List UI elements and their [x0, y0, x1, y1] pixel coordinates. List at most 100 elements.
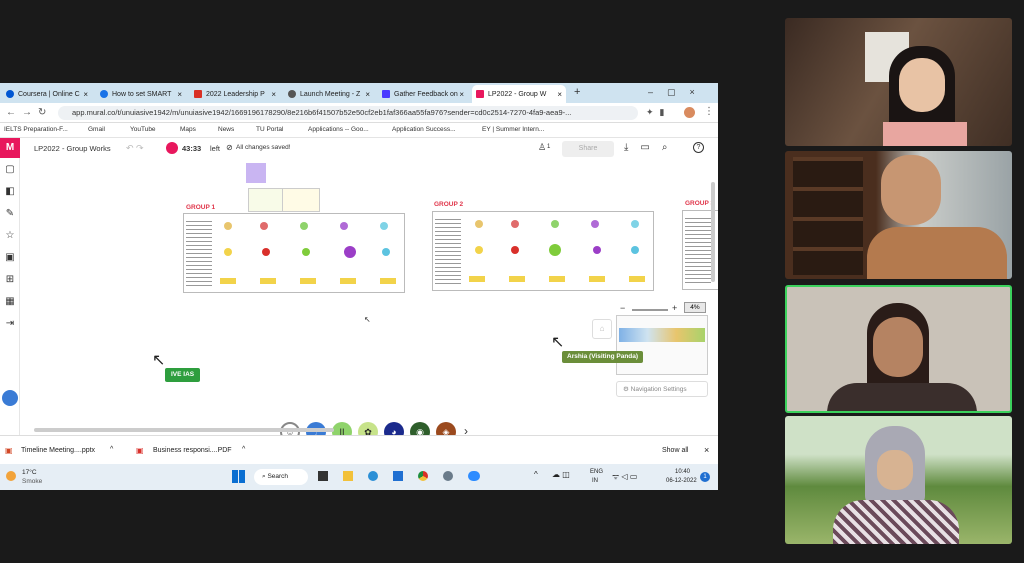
- bookmark-item[interactable]: News: [218, 126, 234, 133]
- close-icon[interactable]: ×: [459, 90, 464, 99]
- remote-cursor-label: IVE IAS: [165, 368, 201, 382]
- mural-logo-icon[interactable]: M: [0, 138, 20, 158]
- remote-cursor-label: Arshia (Visiting Panda): [562, 351, 644, 363]
- toolbar-right-icons[interactable]: ⤓▭⌕: [624, 142, 679, 153]
- help-icon[interactable]: ?: [693, 142, 704, 153]
- tab-leadership[interactable]: 2022 Leadership P ×: [190, 85, 280, 103]
- board-title[interactable]: LP2022 - Group Works: [34, 144, 111, 153]
- url-field[interactable]: app.mural.co/t/unuiasive1942/m/unuiasive…: [58, 106, 638, 120]
- close-icon[interactable]: ×: [83, 90, 88, 99]
- new-tab-button[interactable]: +: [574, 86, 580, 98]
- vertical-scrollbar[interactable]: [711, 182, 715, 282]
- frame-icon[interactable]: ⊞: [4, 274, 16, 286]
- tab-lp2022-active[interactable]: LP2022 - Group W ×: [472, 85, 566, 103]
- mindmap-node: [380, 222, 388, 230]
- export-icon[interactable]: ⇥: [4, 318, 16, 330]
- language-top[interactable]: ENG: [590, 469, 603, 475]
- extensions-icons[interactable]: ✦▮: [646, 107, 671, 118]
- sticky-cluster[interactable]: [282, 188, 320, 212]
- task-view-icon[interactable]: [318, 471, 328, 481]
- participant-video-2[interactable]: [785, 151, 1012, 279]
- zoom-out-button[interactable]: −: [620, 303, 625, 313]
- chevron-up-icon[interactable]: ^: [242, 446, 245, 453]
- shared-screen-window: Coursera | Online C × How to set SMART × 2…: [0, 83, 718, 490]
- pen-icon[interactable]: ✎: [4, 208, 16, 220]
- tab-coursera[interactable]: Coursera | Online C ×: [2, 85, 92, 103]
- bookmark-item[interactable]: TU Portal: [256, 126, 283, 133]
- tray-icons[interactable]: ☁ ◫: [552, 470, 570, 479]
- zoom-slider[interactable]: [632, 309, 668, 311]
- bookmark-item[interactable]: Maps: [180, 126, 196, 133]
- zoom-level[interactable]: 4%: [684, 302, 706, 313]
- close-icon[interactable]: ×: [271, 90, 276, 99]
- bookmark-item[interactable]: IELTS Preparation-F...: [4, 126, 68, 133]
- profile-avatar[interactable]: [684, 107, 695, 118]
- taskbar-search[interactable]: ⌕ Search: [254, 469, 308, 485]
- window-controls[interactable]: –▢×: [648, 87, 709, 98]
- gmail-icon: [194, 90, 202, 98]
- home-icon[interactable]: ⌂: [592, 319, 612, 339]
- chrome-icon[interactable]: [418, 471, 428, 481]
- windows-start-icon[interactable]: [232, 470, 245, 483]
- download-item[interactable]: Timeline Meeting....pptx: [21, 447, 95, 454]
- mindmap-node: [300, 222, 308, 230]
- clock-time[interactable]: 10:40: [675, 469, 690, 475]
- tab-smart[interactable]: How to set SMART ×: [96, 85, 186, 103]
- minimap[interactable]: [616, 315, 708, 375]
- sticky-note-icon[interactable]: ▢: [4, 164, 16, 176]
- zoom-app-icon[interactable]: [468, 471, 480, 481]
- nav-settings-label: Navigation Settings: [630, 386, 687, 393]
- share-button[interactable]: Share: [562, 141, 614, 157]
- mural-canvas[interactable]: GROUP 1 GROUP 2 GROUP 3 ↖ ↖ IVE IAS ↖ − …: [26, 160, 718, 442]
- weather-icon[interactable]: [6, 471, 16, 481]
- table-icon[interactable]: ▦: [4, 296, 16, 308]
- navigation-settings-button[interactable]: ⚙ Navigation Settings: [616, 381, 708, 397]
- bookmark-item[interactable]: Gmail: [88, 126, 105, 133]
- bookmark-item[interactable]: Applications -- Goo...: [308, 126, 369, 133]
- kebab-menu-icon[interactable]: ⋮: [704, 106, 714, 117]
- participant-video-3-active-speaker[interactable]: [785, 285, 1012, 413]
- tab-gather-feedback[interactable]: Gather Feedback on ×: [378, 85, 468, 103]
- group-2-frame[interactable]: [432, 211, 654, 291]
- shapes-icon[interactable]: ◧: [4, 186, 16, 198]
- sticky-note[interactable]: [246, 163, 266, 183]
- chevron-up-icon[interactable]: ^: [110, 446, 113, 453]
- download-item[interactable]: Business responsi....PDF: [153, 447, 232, 454]
- notification-badge[interactable]: 1: [700, 472, 710, 482]
- star-icon[interactable]: ☆: [4, 230, 16, 242]
- zoom-in-button[interactable]: +: [672, 303, 677, 313]
- bookmark-item[interactable]: EY | Summer Intern...: [482, 126, 544, 133]
- timer-icon[interactable]: [166, 142, 178, 154]
- image-icon[interactable]: ▣: [4, 252, 16, 264]
- clock-date: 06-12-2022: [666, 478, 697, 484]
- participant-face: [899, 58, 945, 112]
- show-all-button[interactable]: Show all: [662, 447, 688, 454]
- chevron-up-icon[interactable]: ^: [534, 470, 538, 479]
- close-icon[interactable]: ×: [365, 90, 370, 99]
- participant-video-4[interactable]: [785, 416, 1012, 544]
- bookmark-item[interactable]: Application Success...: [392, 126, 456, 133]
- file-explorer-icon[interactable]: [343, 471, 353, 481]
- bookmark-item[interactable]: YouTube: [130, 126, 156, 133]
- tab-label: 2022 Leadership P: [206, 90, 265, 98]
- horizontal-scrollbar[interactable]: [34, 428, 334, 432]
- tab-label: Gather Feedback on: [394, 90, 458, 98]
- wifi-volume-battery-icons[interactable]: ᯤ ◁ ▭: [612, 471, 637, 482]
- close-icon[interactable]: ×: [704, 445, 709, 455]
- undo-redo-icons[interactable]: ↶ ↷: [126, 143, 144, 154]
- person-icon[interactable]: ♙: [538, 142, 546, 153]
- mindmap-node: [551, 220, 559, 228]
- tab-launch-meeting[interactable]: Launch Meeting - Z ×: [284, 85, 374, 103]
- group-1-frame[interactable]: [183, 213, 405, 293]
- nav-arrows-icon[interactable]: ←→↻: [6, 107, 52, 118]
- user-avatar[interactable]: [2, 390, 18, 406]
- close-icon[interactable]: ×: [177, 90, 182, 99]
- store-icon[interactable]: [393, 471, 403, 481]
- participant-video-1[interactable]: [785, 18, 1012, 146]
- participant-face: [881, 155, 941, 225]
- participant-shirt: [833, 500, 959, 544]
- close-icon[interactable]: ×: [557, 90, 562, 99]
- settings-icon[interactable]: [443, 471, 453, 481]
- edge-icon[interactable]: [368, 471, 378, 481]
- sticky-row: [469, 276, 649, 282]
